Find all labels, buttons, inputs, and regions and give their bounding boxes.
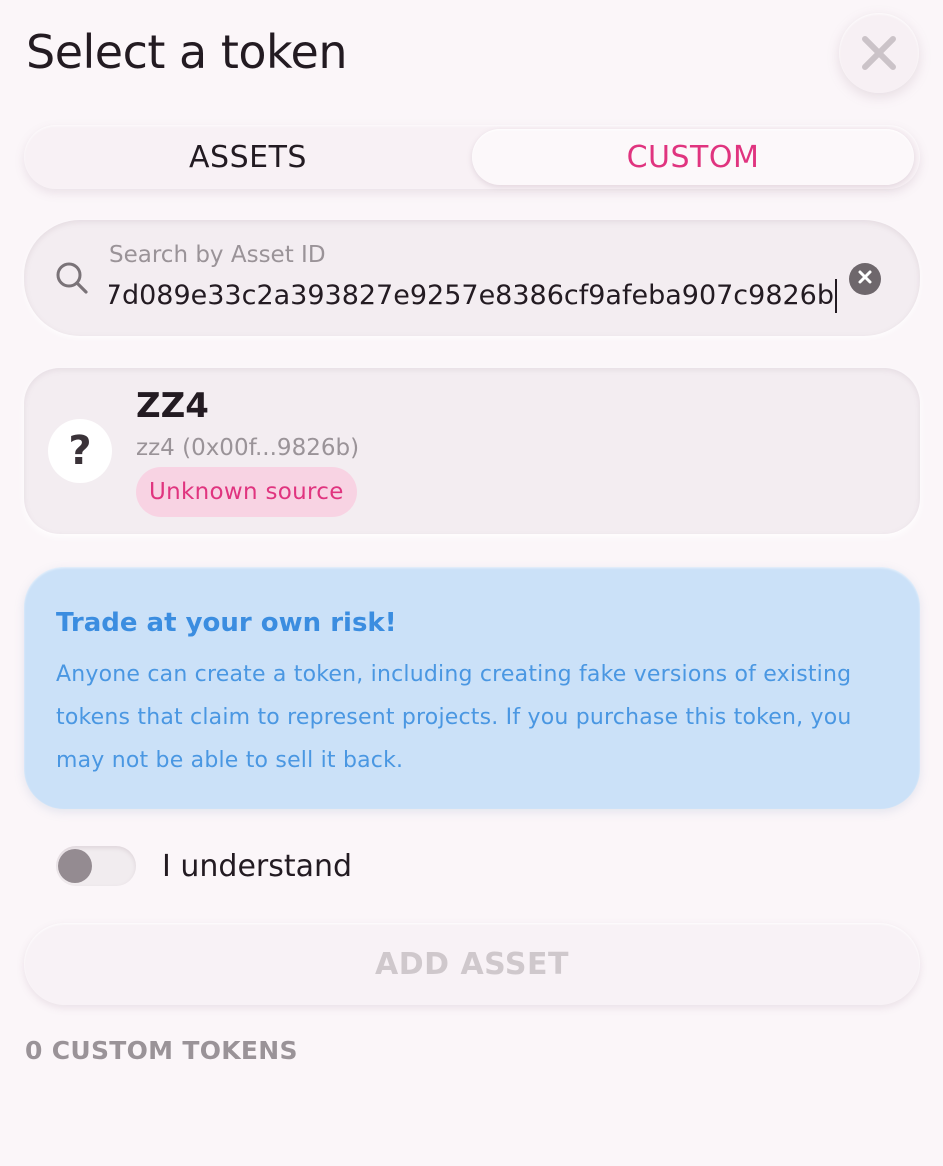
token-list-item[interactable]: ? ZZ4 zz4 (0x00f...9826b) Unknown source xyxy=(24,368,920,534)
close-icon xyxy=(860,34,898,72)
token-symbol: ZZ4 xyxy=(136,386,209,426)
toggle-knob xyxy=(58,849,92,883)
understand-row: I understand xyxy=(56,843,352,889)
custom-token-count: 0 CUSTOM TOKENS xyxy=(25,1036,298,1065)
tab-custom[interactable]: CUSTOM xyxy=(472,129,914,185)
clear-search-button[interactable] xyxy=(849,263,881,295)
add-asset-button[interactable]: ADD ASSET xyxy=(24,923,920,1005)
warning-body: Anyone can create a token, including cre… xyxy=(56,662,852,773)
search-input-value: 7d089e33c2a393827e9257e8386cf9afeba907c9… xyxy=(109,279,837,313)
search-icon xyxy=(54,260,90,300)
token-name-address: zz4 (0x00f...9826b) xyxy=(136,435,360,461)
search-label: Search by Asset ID xyxy=(109,242,326,268)
understand-label: I understand xyxy=(162,848,353,884)
clear-icon xyxy=(857,269,873,289)
tab-bar: ASSETS CUSTOM xyxy=(24,125,920,189)
understand-toggle[interactable] xyxy=(56,846,136,886)
unknown-token-icon: ? xyxy=(48,419,112,483)
unknown-source-badge: Unknown source xyxy=(136,467,357,517)
page-title: Select a token xyxy=(26,25,347,79)
close-button[interactable] xyxy=(839,13,919,93)
select-token-page: Select a token ASSETS CUSTOM Search by A… xyxy=(0,0,943,1166)
risk-warning: Trade at your own risk! Anyone can creat… xyxy=(24,567,920,809)
search-field[interactable]: Search by Asset ID 7d089e33c2a393827e925… xyxy=(24,220,920,336)
search-input[interactable]: 7d089e33c2a393827e9257e8386cf9afeba907c9… xyxy=(109,276,837,316)
warning-title: Trade at your own risk! xyxy=(56,608,397,638)
tab-assets[interactable]: ASSETS xyxy=(28,129,468,185)
